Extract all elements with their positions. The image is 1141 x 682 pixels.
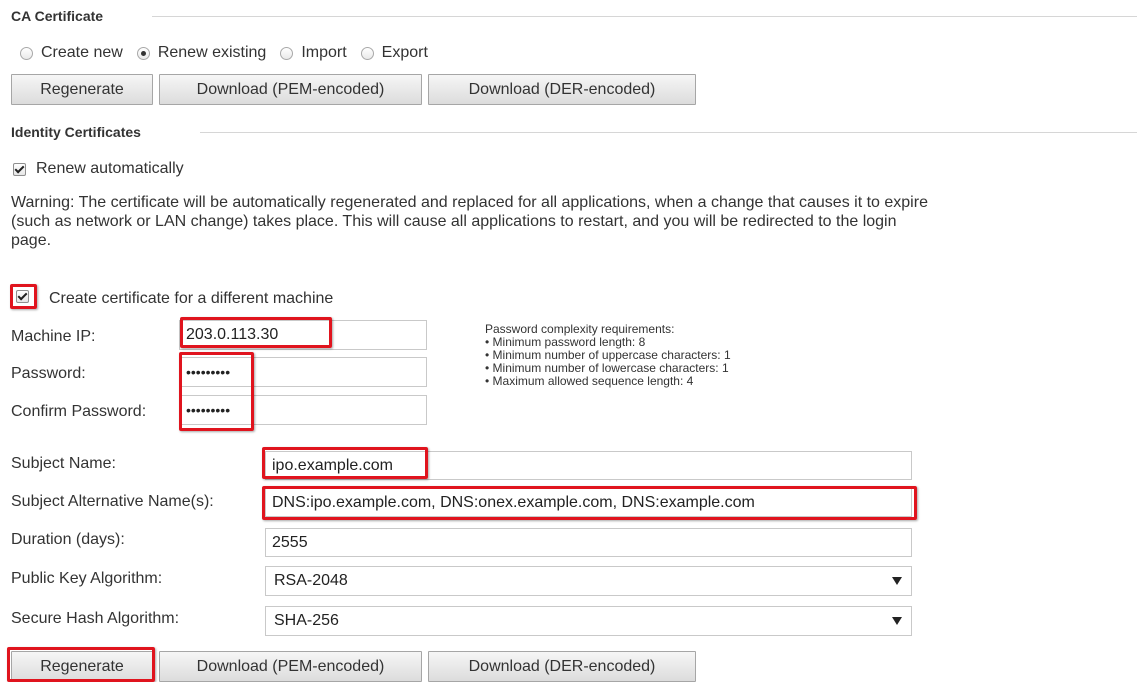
radio-create-new[interactable] xyxy=(20,46,33,60)
warning-line-3: page. xyxy=(11,232,52,249)
public-key-algorithm-label: Public Key Algorithm: xyxy=(11,570,163,587)
chevron-down-icon xyxy=(892,577,902,585)
radio-export-label[interactable]: Export xyxy=(382,44,428,62)
subject-alt-names-input[interactable]: DNS:ipo.example.com, DNS:onex.example.co… xyxy=(265,488,912,517)
password-value: ••••••••• xyxy=(186,364,231,380)
subject-name-value: ipo.example.com xyxy=(272,456,393,474)
radio-create-new-label[interactable]: Create new xyxy=(41,44,123,62)
password-requirement-item: • Maximum allowed sequence length: 4 xyxy=(485,374,694,388)
radio-renew-existing[interactable] xyxy=(136,46,150,60)
ca-certificate-title: CA Certificate xyxy=(11,8,104,24)
machine-ip-input[interactable]: 203.0.113.30 xyxy=(179,320,427,350)
public-key-algorithm-value: RSA-2048 xyxy=(274,572,348,589)
password-input[interactable]: ••••••••• xyxy=(179,357,427,387)
identity-download-der-button[interactable]: Download (DER-encoded) xyxy=(428,651,696,682)
renew-automatically-row: Renew automatically xyxy=(13,160,184,178)
confirm-password-input[interactable]: ••••••••• xyxy=(179,395,427,425)
ca-download-pem-button[interactable]: Download (PEM-encoded) xyxy=(159,74,422,105)
warning-line-1: Warning: The certificate will be automat… xyxy=(11,194,928,211)
renew-automatically-checkbox[interactable] xyxy=(13,162,26,176)
identity-section-divider xyxy=(200,132,1137,133)
ca-regenerate-button[interactable]: Regenerate xyxy=(11,74,153,105)
duration-input[interactable]: 2555 xyxy=(265,528,912,557)
different-machine-checkbox[interactable] xyxy=(16,290,29,303)
radio-renew-existing-label[interactable]: Renew existing xyxy=(158,44,267,62)
subject-alt-names-label: Subject Alternative Name(s): xyxy=(11,493,214,510)
secure-hash-algorithm-value: SHA-256 xyxy=(274,612,339,629)
machine-ip-label: Machine IP: xyxy=(11,328,96,345)
duration-label: Duration (days): xyxy=(11,531,125,548)
radio-import[interactable] xyxy=(280,46,294,60)
secure-hash-algorithm-select[interactable]: SHA-256 xyxy=(265,606,912,636)
identity-download-pem-button[interactable]: Download (PEM-encoded) xyxy=(159,651,422,682)
confirm-password-value: ••••••••• xyxy=(186,402,231,418)
different-machine-label[interactable]: Create certificate for a different machi… xyxy=(49,290,333,308)
duration-value: 2555 xyxy=(272,533,308,551)
warning-text: Warning: The certificate will be automat… xyxy=(11,193,1139,250)
radio-export[interactable] xyxy=(360,46,374,60)
ca-section-divider xyxy=(152,16,1137,17)
radio-import-label[interactable]: Import xyxy=(301,44,346,62)
subject-name-input[interactable]: ipo.example.com xyxy=(265,451,912,480)
chevron-down-icon xyxy=(892,617,902,625)
ca-mode-radio-group: Create new Renew existing Import Export xyxy=(20,44,442,62)
password-requirements: Password complexity requirements: • Mini… xyxy=(485,323,731,388)
ca-download-der-button[interactable]: Download (DER-encoded) xyxy=(428,74,696,105)
different-machine-checkbox-wrapper xyxy=(16,290,29,308)
subject-alt-names-value: DNS:ipo.example.com, DNS:onex.example.co… xyxy=(272,493,755,511)
warning-line-2: (such as network or LAN change) takes pl… xyxy=(11,213,897,230)
public-key-algorithm-select[interactable]: RSA-2048 xyxy=(265,566,912,596)
machine-ip-value: 203.0.113.30 xyxy=(186,326,279,343)
confirm-password-label: Confirm Password: xyxy=(11,403,147,420)
renew-automatically-label[interactable]: Renew automatically xyxy=(36,160,184,178)
secure-hash-algorithm-label: Secure Hash Algorithm: xyxy=(11,610,180,627)
password-label: Password: xyxy=(11,365,86,382)
identity-certificates-title: Identity Certificates xyxy=(11,124,141,140)
subject-name-label: Subject Name: xyxy=(11,455,116,472)
identity-regenerate-button[interactable]: Regenerate xyxy=(11,651,153,682)
